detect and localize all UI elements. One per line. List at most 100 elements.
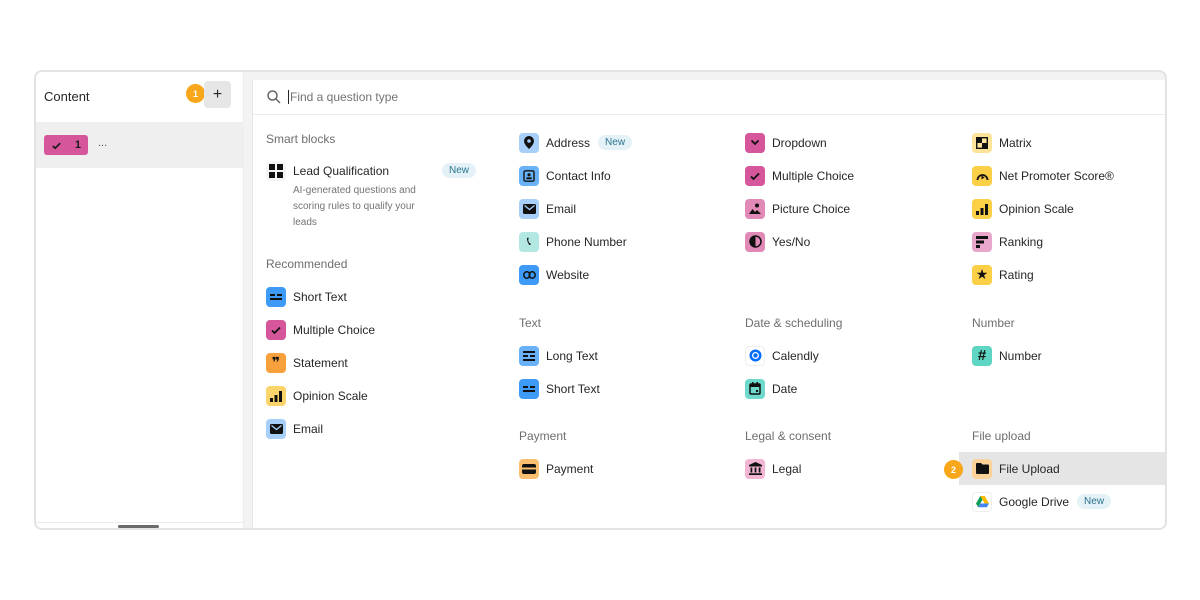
quote-icon: ❞ [266,352,286,373]
item-label: Opinion Scale [999,201,1074,216]
item-label: Lead Qualification [293,163,390,178]
gauge-icon [972,165,992,186]
add-question-button[interactable]: + [204,81,231,108]
folder-icon [972,458,992,479]
item-email-contact[interactable]: Email [519,192,576,225]
item-label: Email [293,421,324,436]
item-label: Dropdown [772,135,827,150]
envelope-icon [519,198,539,219]
item-label: Payment [546,461,594,476]
item-payment[interactable]: Payment [519,452,593,485]
lead-qualification-description: AI-generated questions and scoring rules… [293,185,416,228]
section-title-text: Text [519,316,542,330]
location-pin-icon [519,132,539,153]
item-label: Long Text [546,348,598,363]
checkmark-icon [745,165,765,186]
item-matrix[interactable]: Matrix [972,126,1032,159]
item-label: Contact Info [546,168,611,183]
item-label: Short Text [293,289,347,304]
section-title-payment: Payment [519,429,567,443]
item-website[interactable]: Website [519,258,589,291]
new-badge: New [441,163,476,178]
item-label: Multiple Choice [293,322,376,337]
grid-icon [266,160,286,181]
new-badge: New [1077,494,1112,509]
checkmark-icon [52,142,61,149]
item-label: Phone Number [546,234,627,249]
item-label: Statement [293,355,348,370]
item-dropdown[interactable]: Dropdown [745,126,827,159]
calendar-icon [745,378,765,399]
credit-card-icon [519,458,539,479]
item-multiple-choice-2[interactable]: Multiple Choice [745,159,854,192]
ranking-icon [972,231,992,252]
item-label: Number [999,348,1042,363]
item-label: Opinion Scale [293,388,368,403]
item-phone-number[interactable]: 📞︎ Phone Number [519,225,627,258]
step-badge-1: 1 [186,84,205,103]
item-label: Multiple Choice [772,168,855,183]
short-text-icon [266,286,286,307]
builder-frame: Content 1 + 1 ... Smart blocks Lead Qual… [34,70,1167,530]
item-statement[interactable]: ❞ Statement [266,346,348,379]
question-title: ... [98,137,108,149]
item-label: Yes/No [772,234,811,249]
item-contact-info[interactable]: Contact Info [519,159,611,192]
search-bar [253,80,1165,115]
section-title-date-scheduling: Date & scheduling [745,316,843,330]
item-label: Matrix [999,135,1032,150]
item-legal[interactable]: Legal [745,452,801,485]
item-ranking[interactable]: Ranking [972,225,1043,258]
hash-icon: # [972,345,992,366]
item-label: Date [772,381,798,396]
item-label: Calendly [772,348,819,363]
sidebar-title: Content [44,88,90,104]
checkmark-icon [266,319,286,340]
envelope-icon [266,418,286,439]
item-email[interactable]: Email [266,412,323,445]
sidebar-header: Content 1 + [36,72,243,120]
contact-card-icon [519,165,539,186]
section-title-file-upload: File upload [972,429,1031,443]
calendly-icon [745,345,765,366]
search-icon [267,90,281,104]
item-label: Ranking [999,234,1044,249]
item-multiple-choice[interactable]: Multiple Choice [266,313,375,346]
section-title-number: Number [972,316,1015,330]
item-number[interactable]: # Number [972,339,1042,372]
item-calendly[interactable]: Calendly [745,339,819,372]
item-yes-no[interactable]: Yes/No [745,225,810,258]
text-caret [288,90,289,104]
new-badge: New [598,135,633,150]
sidebar-question-item[interactable]: 1 ... [36,122,244,168]
item-opinion-scale-2[interactable]: Opinion Scale [972,192,1074,225]
scrollbar-handle[interactable] [118,525,159,528]
question-type-search-input[interactable] [290,90,690,104]
step-badge-2: 2 [944,460,963,479]
bar-chart-icon [972,198,992,219]
section-title-recommended: Recommended [266,257,348,271]
item-long-text[interactable]: Long Text [519,339,598,372]
item-short-text[interactable]: Short Text [266,280,347,313]
item-picture-choice[interactable]: Picture Choice [745,192,850,225]
half-circle-icon [745,231,765,252]
item-date[interactable]: Date [745,372,797,405]
star-icon: ★ [972,264,992,285]
bank-icon [745,458,765,479]
item-label: File Upload [999,461,1060,476]
item-address[interactable]: Address New [519,126,633,159]
item-opinion-scale[interactable]: Opinion Scale [266,379,368,412]
link-icon [519,264,539,285]
item-short-text-2[interactable]: Short Text [519,372,600,405]
item-net-promoter-score[interactable]: Net Promoter Score® [972,159,1114,192]
item-label: Rating [999,267,1034,282]
chevron-down-icon [745,132,765,153]
item-google-drive[interactable]: Google Drive New [972,485,1112,518]
item-file-upload[interactable]: File Upload [959,452,1165,485]
question-type-picker: Smart blocks Lead Qualification New AI-g… [252,80,1165,528]
phone-icon: 📞︎ [519,231,539,252]
item-rating[interactable]: ★ Rating [972,258,1034,291]
item-label: Legal [772,461,802,476]
bar-chart-icon [266,385,286,406]
item-label: Google Drive [999,494,1070,509]
